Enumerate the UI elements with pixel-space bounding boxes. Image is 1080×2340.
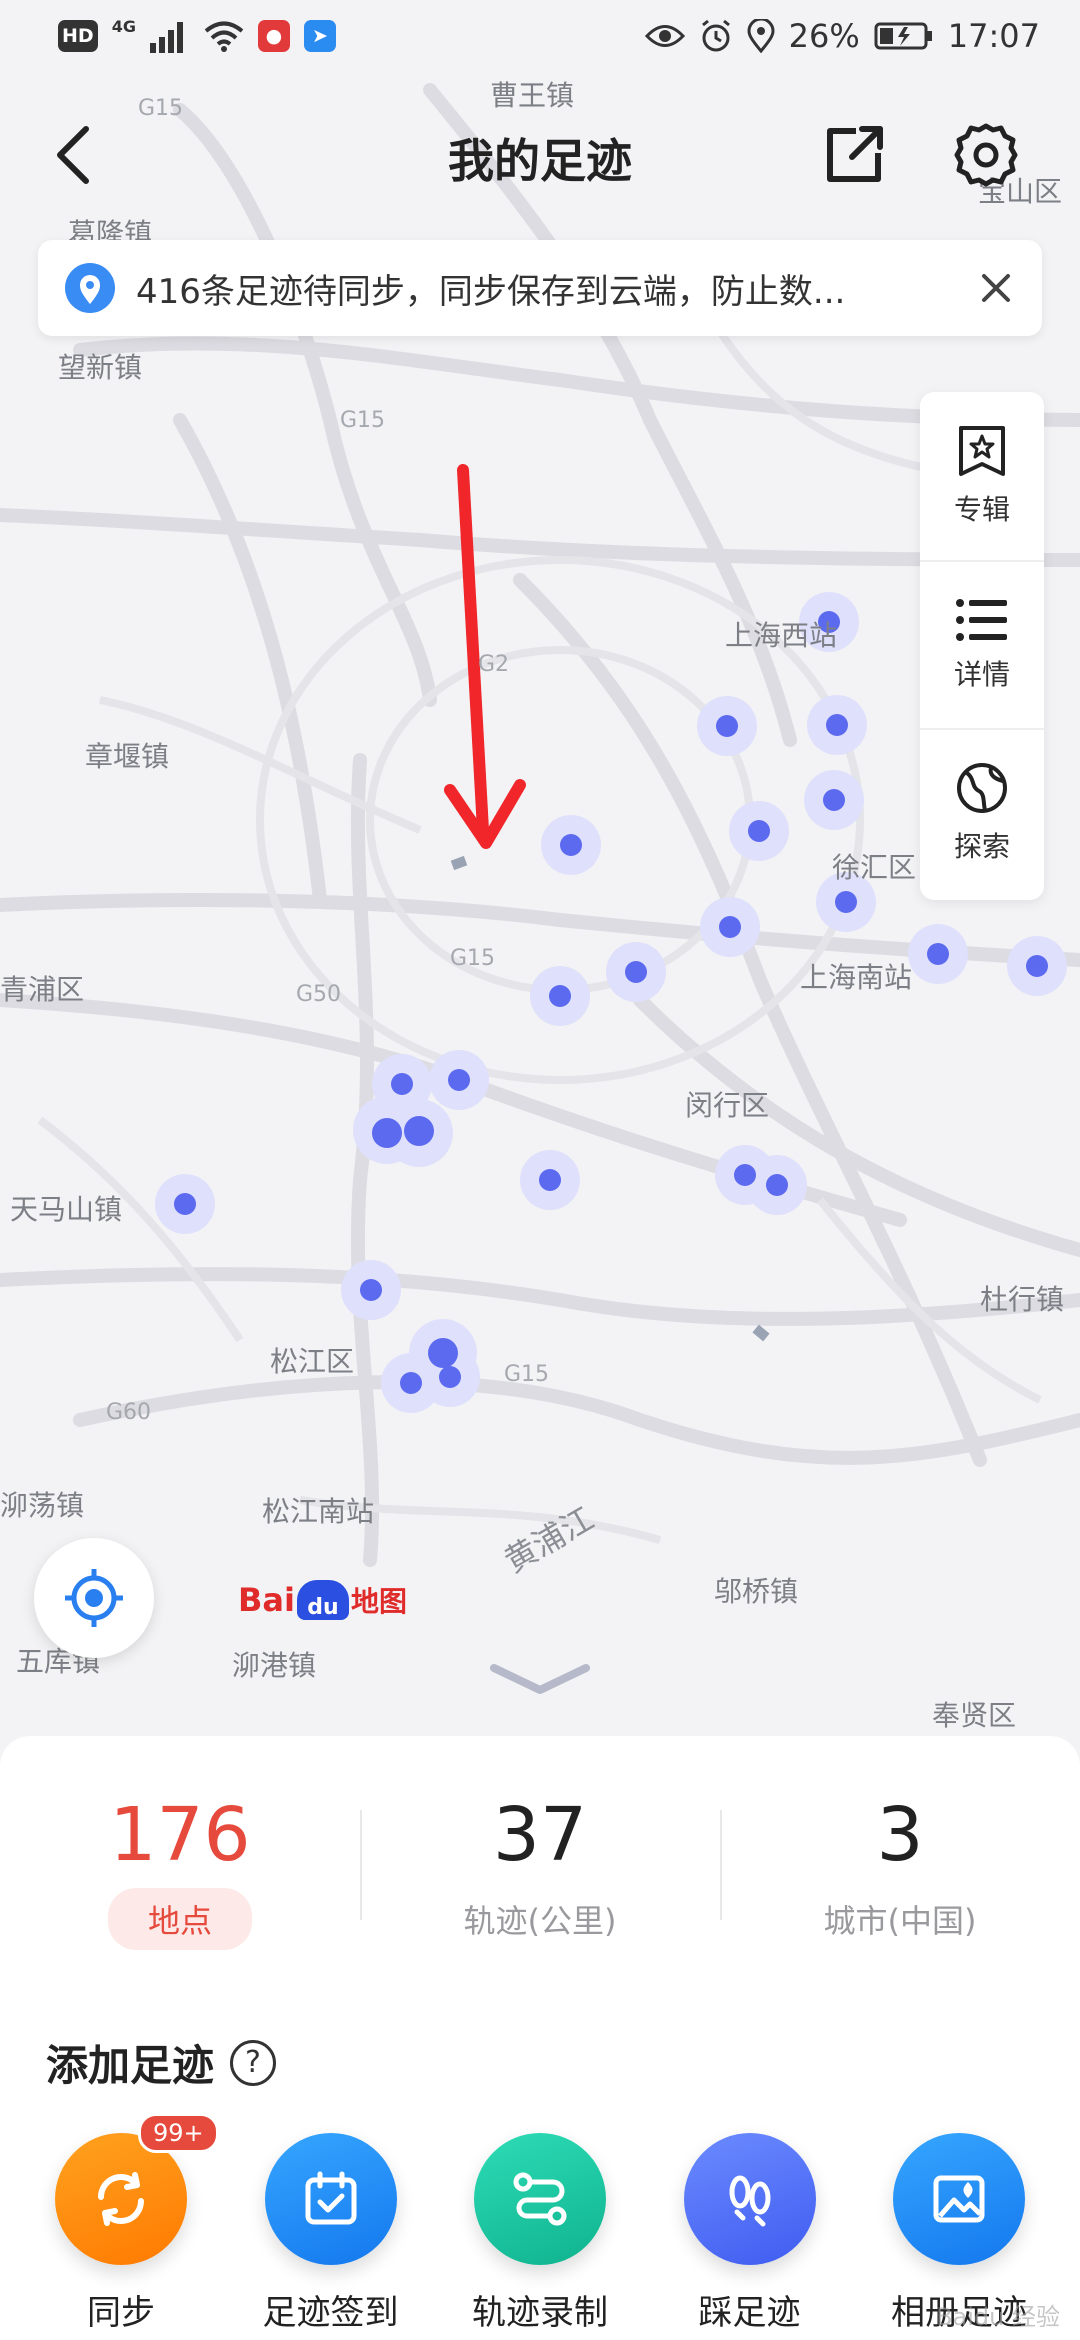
settings-button[interactable] (944, 113, 1028, 197)
action-circle (893, 2133, 1025, 2265)
stat-value: 176 (109, 1792, 251, 1878)
map-side-panel: 专辑 详情 探索 (920, 392, 1044, 900)
checkin-action-button[interactable]: 足迹签到 (236, 2133, 426, 2334)
map-place-label: 松江区 (270, 1345, 355, 1378)
stat-value: 37 (492, 1792, 588, 1878)
status-right: 26% 17:07 (644, 17, 1040, 55)
signal-icon (149, 22, 183, 53)
share-icon (827, 126, 883, 182)
status-left: HD 4G ● ➤ (58, 16, 336, 53)
battery-percent: 26% (788, 17, 860, 55)
stat-label: 城市(中国) (823, 1902, 977, 1940)
sync-action-button[interactable]: 99+ 同步 (26, 2113, 219, 2334)
map-place-label: 天马山镇 (10, 1193, 123, 1226)
network-type: 4G (111, 16, 136, 36)
side-item-album[interactable]: 专辑 (920, 392, 1044, 560)
share-button[interactable] (812, 113, 896, 197)
crosshair-icon (65, 1569, 123, 1627)
side-item-label: 探索 (953, 830, 1010, 863)
battery-icon (874, 22, 932, 50)
map-place-label: 泖港镇 (232, 1649, 317, 1682)
logo-bai: Bai (238, 1581, 295, 1619)
action-circle (474, 2133, 606, 2265)
sync-icon (98, 2172, 144, 2226)
stat-cities[interactable]: 3 城市(中国) (720, 1790, 1080, 1980)
action-circle (683, 2133, 816, 2265)
action-label: 轨迹录制 (472, 2293, 608, 2333)
logo-map: 地图 (350, 1585, 407, 1618)
stat-value: 3 (876, 1792, 924, 1878)
action-row: 99+ 同步 足迹签到 轨迹录制 踩足迹 相册足迹 (0, 2113, 1080, 2334)
map-place-label: 上海西站 (725, 619, 838, 652)
action-circle (264, 2133, 397, 2265)
location-pin-icon (65, 263, 115, 313)
stat-places[interactable]: 176 地点 (0, 1790, 360, 1980)
list-icon (956, 599, 1007, 641)
map-place-label: 奉贤区 (932, 1699, 1017, 1732)
header: 我的足迹 (0, 105, 1080, 205)
map-place-label: 杜行镇 (980, 1283, 1065, 1316)
record-track-action-button[interactable]: 轨迹录制 (445, 2133, 635, 2334)
map-road-label: G15 (450, 946, 496, 971)
side-item-details[interactable]: 详情 (920, 560, 1044, 728)
logo-paw-icon: du (296, 1580, 349, 1620)
side-item-explore[interactable]: 探索 (920, 728, 1044, 896)
sync-banner[interactable]: 416条足迹待同步，同步保存到云端，防止数... (38, 240, 1042, 336)
chevron-down-icon[interactable] (490, 1660, 590, 1700)
app-notification-icon: ➤ (303, 20, 336, 52)
stat-tracks[interactable]: 37 轨迹(公里) (360, 1790, 720, 1980)
map-road-label: G15 (340, 408, 386, 433)
bottom-sheet: 176 地点 37 轨迹(公里) 3 城市(中国) 添加足迹 ? 99+ 同步 … (0, 1736, 1080, 2340)
eye-icon (644, 25, 685, 47)
action-label: 踩足迹 (698, 2293, 801, 2333)
add-footprint-section: 添加足迹 ? (46, 2032, 1080, 2093)
locate-me-button[interactable] (34, 1538, 154, 1658)
sync-banner-text: 416条足迹待同步，同步保存到云端，防止数... (136, 271, 846, 312)
stat-label: 轨迹(公里) (463, 1902, 617, 1940)
alarm-icon (701, 19, 730, 52)
microphone-icon: ● (257, 20, 290, 52)
side-item-label: 专辑 (953, 493, 1010, 526)
location-pin-icon (747, 19, 775, 53)
hd-badge: HD (58, 20, 98, 52)
baidu-map-logo: Bai du 地图 (238, 1580, 407, 1620)
side-item-label: 详情 (953, 658, 1010, 691)
action-label: 同步 (87, 2293, 155, 2333)
map-place-label: 闵行区 (685, 1089, 770, 1122)
map-place-label: 上海南站 (800, 961, 913, 994)
map-place-label: 章堰镇 (85, 740, 170, 773)
map-place-label: 泖荡镇 (0, 1489, 85, 1522)
action-label: 足迹签到 (262, 2293, 399, 2333)
help-circle-icon[interactable]: ? (230, 2039, 277, 2086)
clock-time: 17:07 (947, 17, 1040, 55)
gear-icon (954, 123, 1018, 187)
wifi-icon (204, 21, 244, 52)
step-footprint-action-button[interactable]: 踩足迹 (655, 2133, 845, 2334)
route-icon (513, 2172, 567, 2226)
status-bar: HD 4G ● ➤ 26% 17:07 (0, 0, 1080, 72)
map-place-label: 徐汇区 (832, 851, 917, 884)
map-place-label: 青浦区 (0, 973, 85, 1006)
stat-label: 地点 (107, 1888, 252, 1950)
map-road-label: G50 (296, 982, 342, 1007)
explore-globe-icon (957, 763, 1007, 813)
photo-album-icon (933, 2175, 985, 2223)
album-star-icon (959, 426, 1005, 476)
footprint-icon (729, 2175, 770, 2227)
close-icon[interactable] (976, 268, 1016, 308)
map-road-label: G15 (504, 1362, 550, 1387)
calendar-check-icon (305, 2171, 356, 2225)
map-road-label: G2 (478, 652, 510, 677)
watermark: Baidu 经验 (936, 2303, 1060, 2331)
stats-row: 176 地点 37 轨迹(公里) 3 城市(中国) (0, 1790, 1080, 1980)
map-place-label: 邬桥镇 (714, 1575, 799, 1608)
map-place-label: 松江南站 (262, 1495, 375, 1528)
page-title: 我的足迹 (448, 134, 632, 188)
map-place-label: 望新镇 (58, 351, 143, 384)
notification-badge: 99+ (138, 2113, 219, 2153)
logo-du: du (307, 1595, 339, 1620)
map-road-label: G60 (106, 1400, 152, 1425)
section-title: 添加足迹 (46, 2041, 215, 2090)
